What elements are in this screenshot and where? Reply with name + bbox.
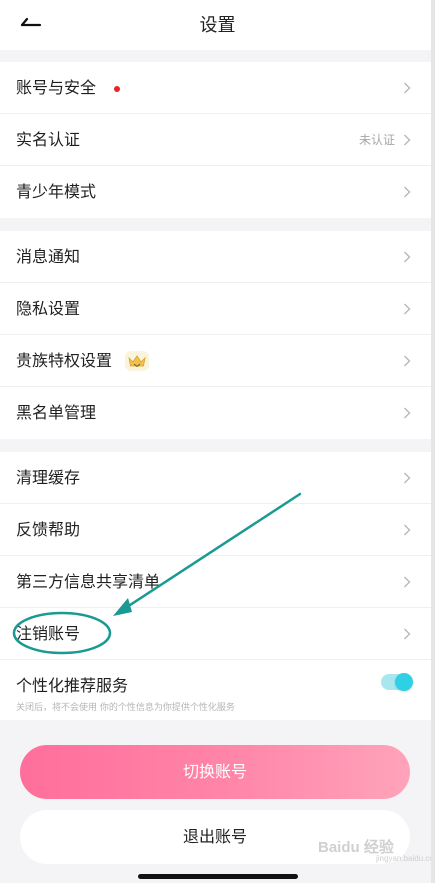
settings-item-label: 青少年模式 bbox=[16, 182, 97, 201]
settings-item-label: 隐私设置 bbox=[16, 299, 81, 318]
settings-item-description: 关闭后，将不会使用 你的个性信息为你提供个性化服务 bbox=[16, 703, 235, 713]
settings-item-noble-privileges[interactable]: 贵族特权设置 bbox=[0, 335, 431, 387]
settings-item-label: 黑名单管理 bbox=[16, 403, 97, 422]
settings-item-label: 贵族特权设置 bbox=[16, 351, 113, 370]
chevron-right-icon bbox=[404, 134, 411, 146]
scroll-edge bbox=[431, 0, 435, 883]
settings-item-label: 第三方信息共享清单 bbox=[16, 572, 161, 591]
settings-page: 设置 账号与安全 实名认证 未认证 青少年模式 消息通知 隐私设置 贵族特权设置 bbox=[0, 0, 435, 883]
settings-item-blacklist[interactable]: 黑名单管理 bbox=[0, 387, 431, 439]
settings-item-third-party-sharing[interactable]: 第三方信息共享清单 bbox=[0, 556, 431, 608]
switch-account-button[interactable]: 切换账号 bbox=[20, 745, 410, 799]
chevron-right-icon bbox=[404, 628, 411, 640]
page-title: 设置 bbox=[199, 15, 236, 36]
nav-bar: 设置 bbox=[0, 0, 435, 50]
settings-item-label: 账号与安全 bbox=[16, 78, 97, 97]
settings-item-label: 个性化推荐服务 bbox=[16, 676, 129, 695]
settings-item-feedback-help[interactable]: 反馈帮助 bbox=[0, 504, 431, 556]
settings-item-personalized-recommendation: 个性化推荐服务 关闭后，将不会使用 你的个性信息为你提供个性化服务 bbox=[0, 660, 431, 720]
toggle-knob bbox=[395, 673, 413, 691]
settings-item-teen-mode[interactable]: 青少年模式 bbox=[0, 166, 431, 218]
chevron-right-icon bbox=[404, 186, 411, 198]
chevron-right-icon bbox=[404, 407, 411, 419]
chevron-right-icon bbox=[404, 251, 411, 263]
settings-item-notifications[interactable]: 消息通知 bbox=[0, 231, 431, 283]
settings-item-privacy[interactable]: 隐私设置 bbox=[0, 283, 431, 335]
watermark-subtext: jingyan.baidu.com bbox=[376, 854, 435, 863]
settings-item-label: 清理缓存 bbox=[16, 468, 81, 487]
settings-group-general: 清理缓存 反馈帮助 第三方信息共享清单 注销账号 个性化推荐服务 关闭后，将不会… bbox=[0, 452, 431, 720]
settings-item-account-security[interactable]: 账号与安全 bbox=[0, 62, 431, 114]
settings-item-label: 反馈帮助 bbox=[16, 520, 81, 539]
chevron-right-icon bbox=[404, 355, 411, 367]
chevron-right-icon bbox=[404, 82, 411, 94]
settings-item-label: 注销账号 bbox=[16, 624, 81, 643]
auth-status-value: 未认证 bbox=[358, 133, 395, 147]
chevron-right-icon bbox=[404, 524, 411, 536]
settings-item-label: 实名认证 bbox=[16, 130, 81, 149]
settings-item-delete-account[interactable]: 注销账号 bbox=[0, 608, 431, 660]
chevron-right-icon bbox=[404, 303, 411, 315]
chevron-right-icon bbox=[404, 576, 411, 588]
settings-group-account: 账号与安全 实名认证 未认证 青少年模式 bbox=[0, 62, 431, 218]
settings-item-real-name-auth[interactable]: 实名认证 未认证 bbox=[0, 114, 431, 166]
baidu-watermark: Baidu 经验 jingyan.baidu.com bbox=[318, 830, 435, 870]
settings-group-privacy: 消息通知 隐私设置 贵族特权设置 黑名单管理 bbox=[0, 231, 431, 439]
settings-item-label: 消息通知 bbox=[16, 247, 81, 266]
crown-icon bbox=[125, 351, 149, 371]
settings-item-clear-cache[interactable]: 清理缓存 bbox=[0, 452, 431, 504]
personalized-recommendation-toggle[interactable] bbox=[381, 673, 413, 691]
notification-dot-icon bbox=[114, 86, 120, 92]
home-indicator bbox=[138, 874, 298, 879]
chevron-right-icon bbox=[404, 472, 411, 484]
